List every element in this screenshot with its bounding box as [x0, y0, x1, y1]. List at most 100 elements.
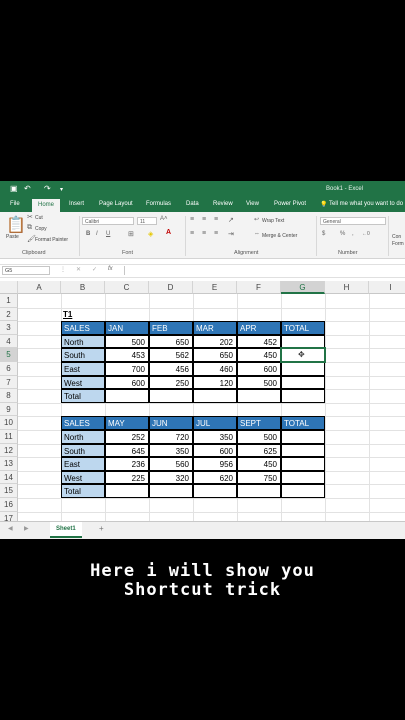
undo-icon[interactable]: ↶ — [24, 184, 31, 193]
value-cell[interactable]: 452 — [237, 334, 281, 349]
tab-power-pivot[interactable]: Power Pivot — [274, 201, 306, 207]
bold-button[interactable]: B — [86, 231, 90, 237]
column-header[interactable]: H — [325, 281, 369, 294]
value-cell[interactable]: 225 — [105, 470, 149, 485]
align-left-icon[interactable]: ≡ — [190, 230, 194, 237]
region-label-cell[interactable]: South — [61, 443, 105, 458]
decimal-icon[interactable]: ←0 — [362, 231, 370, 237]
value-cell[interactable]: 600 — [237, 362, 281, 376]
total-row-cell[interactable] — [193, 484, 237, 498]
row-header[interactable]: 4 — [0, 334, 18, 349]
select-all-corner[interactable] — [0, 281, 18, 294]
column-header-selected[interactable]: G — [281, 281, 325, 294]
row-header-selected[interactable]: 5 — [0, 348, 18, 362]
value-cell[interactable]: 236 — [105, 457, 149, 471]
total-row-cell[interactable] — [149, 389, 193, 403]
region-label-cell[interactable]: East — [61, 457, 105, 471]
underline-button[interactable]: U — [106, 231, 110, 237]
tab-view[interactable]: View — [246, 201, 259, 207]
value-cell[interactable]: 202 — [193, 334, 237, 349]
total-row-cell[interactable] — [281, 484, 325, 498]
font-grow-icon[interactable]: A˄ — [160, 216, 168, 222]
table-header-cell[interactable]: JAN — [105, 321, 149, 335]
value-cell[interactable]: 252 — [105, 430, 149, 444]
value-cell[interactable]: 350 — [149, 443, 193, 458]
value-cell[interactable]: 500 — [237, 375, 281, 390]
column-header[interactable]: F — [237, 281, 281, 294]
value-cell[interactable]: 460 — [193, 362, 237, 376]
value-cell[interactable]: 500 — [237, 430, 281, 444]
value-cell[interactable]: 450 — [237, 457, 281, 471]
tab-data[interactable]: Data — [186, 201, 199, 207]
font-size-combo[interactable]: 11 — [137, 217, 157, 225]
column-header[interactable]: B — [61, 281, 105, 294]
value-cell[interactable]: 456 — [149, 362, 193, 376]
row-header[interactable]: 11 — [0, 430, 18, 444]
total-row-cell[interactable] — [281, 389, 325, 403]
value-cell[interactable]: 625 — [237, 443, 281, 458]
total-row-cell[interactable] — [237, 389, 281, 403]
total-cell[interactable] — [281, 443, 325, 458]
row-header[interactable]: 14 — [0, 470, 18, 485]
format-as-table-button[interactable]: Form — [392, 241, 404, 247]
row-header[interactable]: 1 — [0, 294, 18, 308]
orientation-icon[interactable]: ↗ — [228, 216, 234, 224]
row-header[interactable]: 12 — [0, 443, 18, 458]
cancel-icon[interactable]: ✕ — [76, 266, 81, 273]
value-cell[interactable]: 560 — [149, 457, 193, 471]
total-row-cell[interactable] — [105, 484, 149, 498]
value-cell[interactable]: 120 — [193, 375, 237, 390]
table-header-cell[interactable]: JUN — [149, 416, 193, 430]
table-header-cell[interactable]: TOTAL — [281, 416, 325, 430]
number-format-combo[interactable]: General — [320, 217, 386, 225]
row-header[interactable]: 13 — [0, 457, 18, 471]
fx-icon[interactable]: fx — [108, 266, 113, 272]
conditional-formatting-button[interactable]: Con — [392, 234, 401, 240]
font-color-icon[interactable]: A — [166, 229, 171, 236]
row-header[interactable]: 7 — [0, 375, 18, 390]
table-header-cell[interactable]: TOTAL — [281, 321, 325, 335]
percent-button[interactable]: % — [340, 231, 345, 237]
formula-input[interactable] — [124, 266, 405, 275]
region-label-cell[interactable]: North — [61, 430, 105, 444]
region-label-cell[interactable]: North — [61, 334, 105, 349]
region-label-cell[interactable]: West — [61, 375, 105, 390]
align-right-icon[interactable]: ≡ — [214, 230, 218, 237]
merge-center-button[interactable]: Merge & Center — [262, 233, 297, 239]
value-cell[interactable]: 650 — [149, 334, 193, 349]
total-cell[interactable] — [281, 375, 325, 390]
column-header[interactable]: D — [149, 281, 193, 294]
value-cell[interactable]: 700 — [105, 362, 149, 376]
redo-icon[interactable]: ↷ — [44, 184, 51, 193]
table-header-cell[interactable]: SALES — [61, 416, 105, 430]
table-header-cell[interactable]: SALES — [61, 321, 105, 335]
save-icon[interactable]: ▣ — [10, 184, 18, 193]
value-cell[interactable]: 600 — [193, 443, 237, 458]
column-header[interactable]: A — [18, 281, 61, 294]
value-cell[interactable]: 645 — [105, 443, 149, 458]
column-header[interactable]: E — [193, 281, 237, 294]
row-header[interactable]: 3 — [0, 321, 18, 335]
region-label-cell[interactable]: West — [61, 470, 105, 485]
tab-formulas[interactable]: Formulas — [146, 201, 171, 207]
total-cell[interactable] — [281, 457, 325, 471]
value-cell[interactable]: 500 — [105, 334, 149, 349]
paste-button[interactable]: Paste — [6, 234, 19, 240]
region-label-cell[interactable]: East — [61, 362, 105, 376]
italic-button[interactable]: I — [96, 231, 98, 237]
row-header[interactable]: 6 — [0, 362, 18, 376]
wrap-text-button[interactable]: Wrap Text — [262, 218, 284, 224]
name-box[interactable]: G5 — [2, 266, 50, 275]
borders-icon[interactable]: ⊞ — [128, 230, 134, 238]
total-label-cell[interactable]: Total — [61, 389, 105, 403]
tab-page-layout[interactable]: Page Layout — [99, 201, 133, 207]
table-header-cell[interactable]: FEB — [149, 321, 193, 335]
value-cell[interactable]: 620 — [193, 470, 237, 485]
total-row-cell[interactable] — [193, 389, 237, 403]
total-cell[interactable] — [281, 470, 325, 485]
paste-icon[interactable]: 📋 — [6, 215, 26, 235]
align-top-icon[interactable]: ≡ — [190, 216, 194, 223]
scroll-right-icon[interactable]: ▶ — [24, 525, 29, 532]
table-header-cell[interactable]: APR — [237, 321, 281, 335]
quick-access-dropdown-icon[interactable]: ▾ — [60, 186, 63, 193]
